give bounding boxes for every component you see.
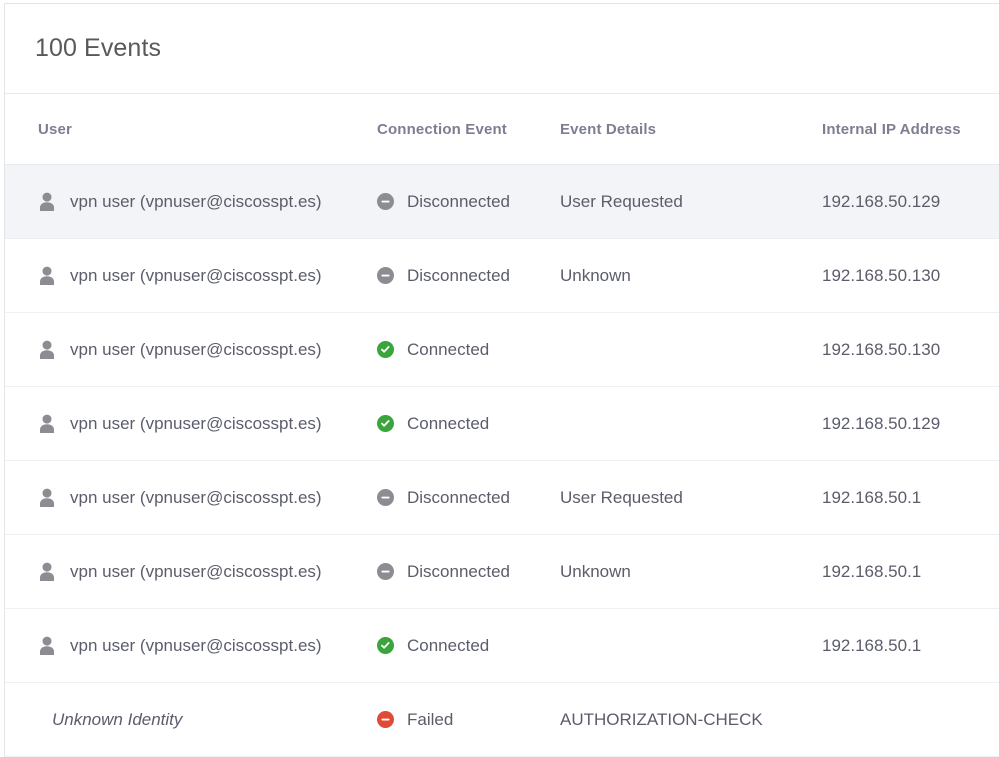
user-name: vpn user (vpnuser@ciscosspt.es)	[70, 635, 322, 655]
cell-event-details: Unknown	[558, 238, 820, 313]
check-circle-green-icon	[377, 341, 394, 358]
cell-internal-ip-address	[820, 682, 999, 757]
person-icon	[40, 192, 54, 211]
cell-internal-ip-address: 192.168.50.129	[820, 164, 999, 239]
table-row[interactable]: vpn user (vpnuser@ciscosspt.es) Connected…	[5, 386, 999, 461]
cell-connection-event: Disconnected	[375, 460, 558, 535]
user-wrap: vpn user (vpnuser@ciscosspt.es)	[38, 192, 374, 212]
connection-status: Failed	[377, 710, 557, 730]
connection-status: Connected	[377, 414, 557, 434]
cell-user: vpn user (vpnuser@ciscosspt.es)	[5, 386, 375, 461]
connection-status: Disconnected	[377, 192, 557, 212]
column-header-internal-ip-address[interactable]: Internal IP Address	[820, 94, 999, 165]
connection-event-label: Connected	[407, 339, 490, 359]
cell-internal-ip-address: 192.168.50.1	[820, 460, 999, 535]
user-name: vpn user (vpnuser@ciscosspt.es)	[70, 265, 322, 285]
cell-connection-event: Connected	[375, 386, 558, 461]
user-name: vpn user (vpnuser@ciscosspt.es)	[70, 413, 322, 433]
cell-user: vpn user (vpnuser@ciscosspt.es)	[5, 238, 375, 313]
cell-connection-event: Failed	[375, 682, 558, 757]
cell-event-details	[558, 608, 820, 683]
page-title: 100 Events	[35, 34, 162, 62]
connection-status: Connected	[377, 340, 557, 360]
table-header: User Connection Event Event Details Inte…	[5, 94, 999, 165]
cell-internal-ip-address: 192.168.50.1	[820, 534, 999, 609]
cell-event-details	[558, 386, 820, 461]
card-header: 100 Events	[5, 4, 999, 94]
cell-user: vpn user (vpnuser@ciscosspt.es)	[5, 312, 375, 387]
cell-connection-event: Disconnected	[375, 238, 558, 313]
cell-event-details	[558, 312, 820, 387]
minus-circle-gray-icon	[377, 267, 394, 284]
connection-event-label: Failed	[407, 709, 454, 729]
table-row[interactable]: vpn user (vpnuser@ciscosspt.es) Disconnec…	[5, 534, 999, 609]
cell-user: vpn user (vpnuser@ciscosspt.es)	[5, 460, 375, 535]
cell-internal-ip-address: 192.168.50.130	[820, 312, 999, 387]
table-row[interactable]: vpn user (vpnuser@ciscosspt.es) Disconnec…	[5, 164, 999, 239]
person-icon	[40, 414, 54, 433]
connection-event-label: Disconnected	[407, 265, 511, 285]
cell-internal-ip-address: 192.168.50.1	[820, 608, 999, 683]
connection-status: Disconnected	[377, 562, 557, 582]
user-name: vpn user (vpnuser@ciscosspt.es)	[70, 191, 322, 211]
user-wrap: vpn user (vpnuser@ciscosspt.es)	[38, 414, 374, 434]
table-header-row: User Connection Event Event Details Inte…	[5, 94, 999, 165]
user-wrap: vpn user (vpnuser@ciscosspt.es)	[38, 340, 374, 360]
check-circle-green-icon	[377, 415, 394, 432]
user-wrap: vpn user (vpnuser@ciscosspt.es)	[38, 636, 374, 656]
user-name: vpn user (vpnuser@ciscosspt.es)	[70, 561, 322, 581]
events-table: User Connection Event Event Details Inte…	[5, 94, 999, 757]
events-card: 100 Events User Connection Event Event D…	[4, 3, 999, 757]
cell-user: vpn user (vpnuser@ciscosspt.es)	[5, 534, 375, 609]
cell-connection-event: Disconnected	[375, 164, 558, 239]
cell-event-details: User Requested	[558, 164, 820, 239]
person-icon	[40, 488, 54, 507]
user-name: Unknown Identity	[52, 709, 183, 729]
user-name: vpn user (vpnuser@ciscosspt.es)	[70, 339, 322, 359]
table-body: vpn user (vpnuser@ciscosspt.es) Disconnec…	[5, 164, 999, 757]
minus-circle-red-icon	[377, 711, 394, 728]
user-wrap: vpn user (vpnuser@ciscosspt.es)	[38, 562, 374, 582]
cell-user: vpn user (vpnuser@ciscosspt.es)	[5, 608, 375, 683]
person-icon	[40, 340, 54, 359]
table-row[interactable]: vpn user (vpnuser@ciscosspt.es) Disconnec…	[5, 238, 999, 313]
table-row[interactable]: vpn user (vpnuser@ciscosspt.es) Connected…	[5, 312, 999, 387]
table-row[interactable]: vpn user (vpnuser@ciscosspt.es) Connected…	[5, 608, 999, 683]
minus-circle-gray-icon	[377, 489, 394, 506]
cell-connection-event: Connected	[375, 608, 558, 683]
minus-circle-gray-icon	[377, 193, 394, 210]
connection-event-label: Connected	[407, 635, 490, 655]
cell-event-details: AUTHORIZATION-CHECK	[558, 682, 820, 757]
connection-event-label: Disconnected	[407, 191, 511, 211]
check-circle-green-icon	[377, 637, 394, 654]
connection-status: Connected	[377, 636, 557, 656]
user-wrap: vpn user (vpnuser@ciscosspt.es)	[38, 266, 374, 286]
cell-connection-event: Connected	[375, 312, 558, 387]
cell-event-details: User Requested	[558, 460, 820, 535]
connection-event-label: Connected	[407, 413, 490, 433]
table-row[interactable]: vpn user (vpnuser@ciscosspt.es) Disconnec…	[5, 460, 999, 535]
user-wrap: vpn user (vpnuser@ciscosspt.es)	[38, 488, 374, 508]
user-wrap: Unknown Identity	[52, 710, 374, 730]
column-header-user[interactable]: User	[5, 94, 375, 165]
person-icon	[40, 562, 54, 581]
connection-status: Disconnected	[377, 488, 557, 508]
column-header-connection-event[interactable]: Connection Event	[375, 94, 558, 165]
cell-internal-ip-address: 192.168.50.130	[820, 238, 999, 313]
connection-event-label: Disconnected	[407, 487, 511, 507]
user-name: vpn user (vpnuser@ciscosspt.es)	[70, 487, 322, 507]
connection-status: Disconnected	[377, 266, 557, 286]
cell-user: Unknown Identity	[5, 682, 375, 757]
minus-circle-gray-icon	[377, 563, 394, 580]
person-icon	[40, 636, 54, 655]
person-icon	[40, 266, 54, 285]
cell-internal-ip-address: 192.168.50.129	[820, 386, 999, 461]
connection-event-label: Disconnected	[407, 561, 511, 581]
column-header-event-details[interactable]: Event Details	[558, 94, 820, 165]
cell-connection-event: Disconnected	[375, 534, 558, 609]
cell-event-details: Unknown	[558, 534, 820, 609]
cell-user: vpn user (vpnuser@ciscosspt.es)	[5, 164, 375, 239]
table-row[interactable]: Unknown Identity Failed AUTHORIZATION-CHEC…	[5, 682, 999, 757]
